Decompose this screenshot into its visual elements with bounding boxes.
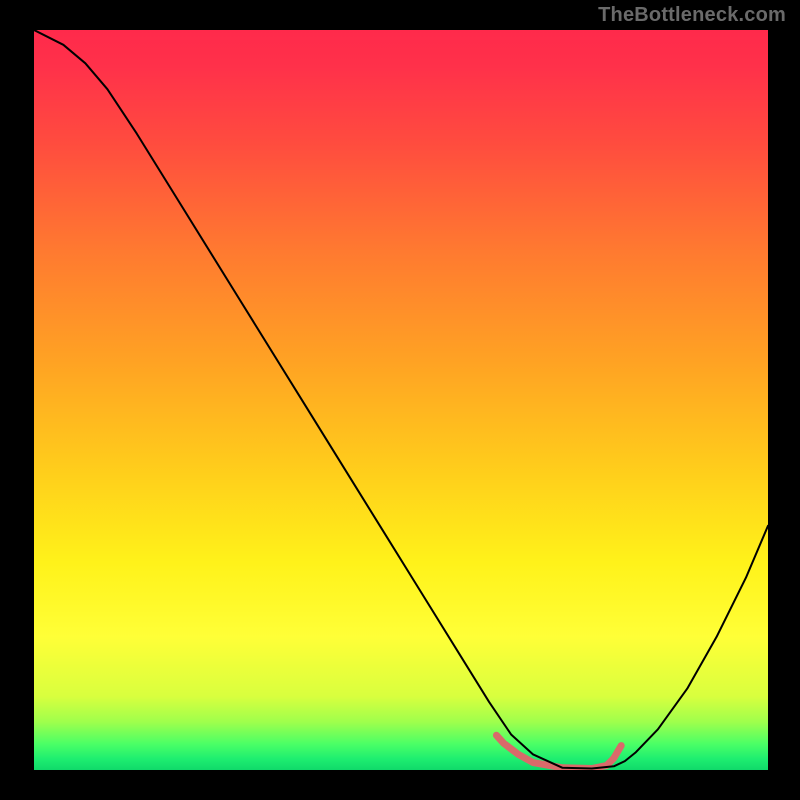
chart-svg	[34, 30, 768, 770]
gradient-background	[34, 30, 768, 770]
watermark-label: TheBottleneck.com	[598, 4, 786, 27]
chart-frame: TheBottleneck.com	[0, 0, 800, 800]
plot-area	[34, 30, 768, 770]
